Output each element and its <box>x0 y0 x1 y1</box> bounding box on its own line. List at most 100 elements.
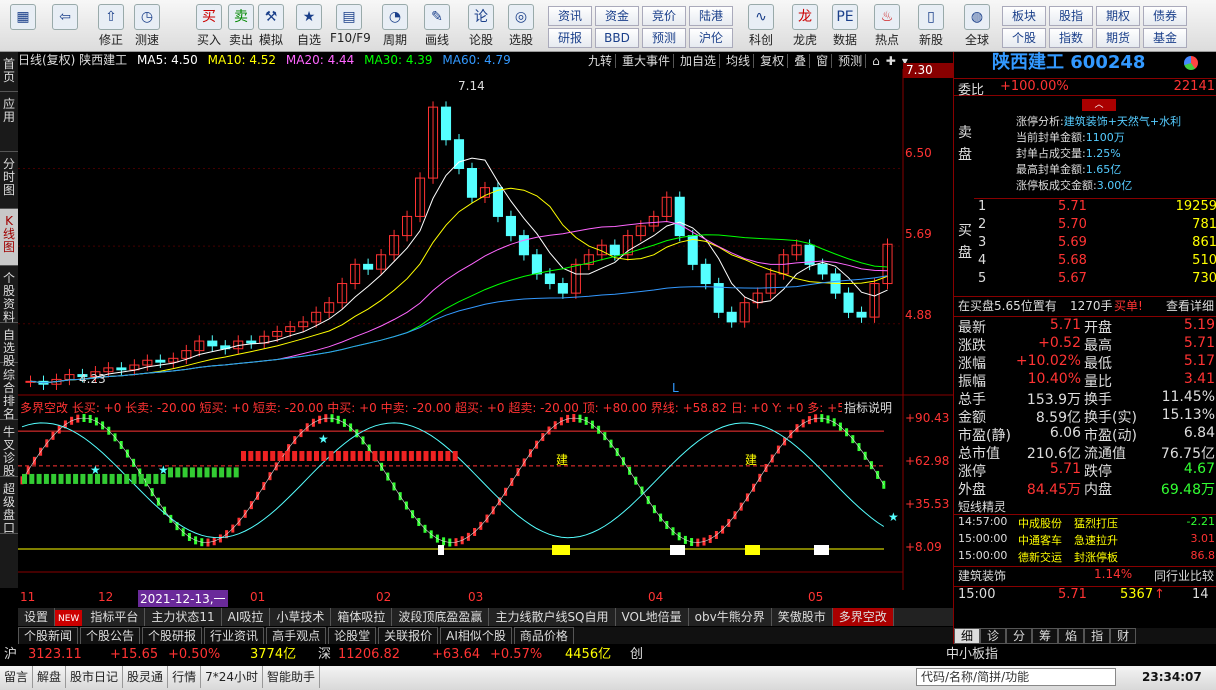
lock-icon[interactable]: ⌂ <box>872 54 880 68</box>
toolbar-button-18[interactable]: ◍ 全球 <box>958 2 996 50</box>
group2-button-7[interactable]: 基金 <box>1143 28 1187 48</box>
indicator-tab-8[interactable]: 主力线散户线SQ自用 <box>489 608 616 626</box>
bottom-item-5[interactable]: 7*24小时 <box>201 666 263 688</box>
panel-tab-5[interactable]: 指 <box>1084 628 1111 644</box>
toolbar-button-16[interactable]: ♨ 热点 <box>868 2 906 50</box>
group1-button-5[interactable]: BBD <box>595 28 639 48</box>
sector-compare-link[interactable]: 同行业比较 <box>1154 567 1214 584</box>
group2-button-4[interactable]: 个股 <box>1002 28 1046 48</box>
toolbar-button-7[interactable]: ★ 自选 <box>290 2 328 50</box>
indicator-help-button[interactable]: 指标说明 <box>844 399 892 416</box>
bottom-item-1[interactable]: 解盘 <box>33 666 67 688</box>
group1-button-7[interactable]: 沪伦 <box>689 28 733 48</box>
bid-row[interactable]: 3 5.69 861 <box>974 235 1216 253</box>
indicator-tab-2[interactable]: 指标平台 <box>84 608 146 626</box>
bottom-item-4[interactable]: 行情 <box>168 666 202 688</box>
group1-button-1[interactable]: 资金 <box>595 6 639 26</box>
search-box[interactable]: 代码/名称/简拼/功能 <box>916 668 1116 686</box>
kline-chart[interactable]: ★ ★ ★ ★ <box>18 69 953 590</box>
sz-index[interactable]: 11206.82 <box>338 644 400 666</box>
news-tab-8[interactable]: 商品价格 <box>513 627 574 644</box>
indicator-tab-6[interactable]: 箱体吸拉 <box>331 608 393 626</box>
group2-button-0[interactable]: 板块 <box>1002 6 1046 26</box>
toolbar-button-3[interactable]: ◷ 测速 <box>128 2 166 50</box>
panel-tab-0[interactable]: 细 <box>954 628 981 644</box>
left-tab-6[interactable]: 综合排名 <box>0 363 18 421</box>
bottom-item-3[interactable]: 股灵通 <box>123 666 169 688</box>
chart-tool-5[interactable]: 叠 <box>794 54 811 68</box>
indicator-tab-10[interactable]: obv牛熊分界 <box>689 608 772 626</box>
toolbar-button-9[interactable]: ◔ 周期 <box>376 2 414 50</box>
group1-button-3[interactable]: 陆港 <box>689 6 733 26</box>
toolbar-button-12[interactable]: ◎ 选股 <box>502 2 540 50</box>
group1-button-0[interactable]: 资讯 <box>548 6 592 26</box>
news-tab-6[interactable]: 关联报价 <box>378 627 439 644</box>
news-tab-4[interactable]: 高手观点 <box>266 627 327 644</box>
jingling-row[interactable]: 14:57:00 中成股份 猛烈打压 -2.21 <box>954 515 1216 532</box>
group1-button-6[interactable]: 预测 <box>642 28 686 48</box>
expand-up-icon[interactable]: ︿ <box>1082 99 1116 111</box>
bottom-item-2[interactable]: 股市日记 <box>66 666 124 688</box>
left-tab-5[interactable]: 自选股 <box>0 323 18 368</box>
indicator-tab-4[interactable]: AI吸拉 <box>222 608 271 626</box>
toolbar-button-17[interactable]: ▯ 新股 <box>912 2 950 50</box>
chart-tool-3[interactable]: 均线 <box>726 54 755 68</box>
bottom-item-0[interactable]: 留言 <box>0 666 34 688</box>
bottom-item-6[interactable]: 智能助手 <box>263 666 320 688</box>
indicator-tab-9[interactable]: VOL地倍量 <box>616 608 689 626</box>
indicator-tab-3[interactable]: 主力状态11 <box>145 608 222 626</box>
pin-icon[interactable]: ✚ <box>886 54 896 68</box>
group2-button-6[interactable]: 期货 <box>1096 28 1140 48</box>
chart-tool-6[interactable]: 窗 <box>816 54 833 68</box>
left-tab-2[interactable]: 分时图 <box>0 152 18 209</box>
group2-button-1[interactable]: 股指 <box>1049 6 1093 26</box>
bid-row[interactable]: 4 5.68 510 <box>974 253 1216 271</box>
indicator-tab-1[interactable]: NEW <box>55 610 83 626</box>
group2-button-5[interactable]: 指数 <box>1049 28 1093 48</box>
bid-row[interactable]: 5 5.67 730 <box>974 271 1216 289</box>
sh-index[interactable]: 3123.11 <box>28 644 82 666</box>
panel-tab-1[interactable]: 诊 <box>980 628 1007 644</box>
chart-tool-2[interactable]: 加自选 <box>680 54 721 68</box>
toolbar-button-6[interactable]: ⚒ 模拟 <box>252 2 290 50</box>
toolbar-button-0[interactable]: ▦ <box>4 2 42 50</box>
chart-tool-4[interactable]: 复权 <box>760 54 789 68</box>
group2-button-2[interactable]: 期权 <box>1096 6 1140 26</box>
toolbar-button-10[interactable]: ✎ 画线 <box>418 2 456 50</box>
news-tab-1[interactable]: 个股公告 <box>80 627 141 644</box>
toolbar-button-2[interactable]: ⇧ 修正 <box>92 2 130 50</box>
left-tab-4[interactable]: 个股资料 <box>0 266 18 324</box>
news-tab-0[interactable]: 个股新闻 <box>18 627 79 644</box>
toolbar-button-14[interactable]: 龙龙虎 <box>786 2 824 50</box>
indicator-tab-12[interactable]: 多界空改 <box>832 608 894 626</box>
left-tab-8[interactable]: 超级盘口 <box>0 477 18 535</box>
left-tab-7[interactable]: 牛叉诊股 <box>0 420 18 478</box>
chart-tool-0[interactable]: 九转 <box>588 54 617 68</box>
left-tab-0[interactable]: 首页 <box>0 52 18 92</box>
toolbar-button-8[interactable]: ▤ F10/F9 <box>330 2 371 50</box>
board-label[interactable]: 中小板指 <box>946 644 998 666</box>
toolbar-button-11[interactable]: 论论股 <box>462 2 500 50</box>
sector-name[interactable]: 建筑装饰 <box>958 567 1006 584</box>
group1-button-4[interactable]: 研报 <box>548 28 592 48</box>
panel-tab-4[interactable]: 焰 <box>1058 628 1085 644</box>
panel-tab-6[interactable]: 财 <box>1110 628 1137 644</box>
bid-row[interactable]: 2 5.70 781 <box>974 217 1216 235</box>
group1-button-2[interactable]: 竞价 <box>642 6 686 26</box>
toolbar-button-15[interactable]: PE 数据 <box>826 2 864 50</box>
news-tab-7[interactable]: AI相似个股 <box>440 627 512 644</box>
left-tab-3[interactable]: K线图 <box>0 209 18 266</box>
toolbar-button-13[interactable]: ∿ 科创 <box>742 2 780 50</box>
chart-tool-7[interactable]: 预测 <box>838 54 867 68</box>
left-tab-1[interactable]: 应用 <box>0 92 18 152</box>
news-tab-3[interactable]: 行业资讯 <box>204 627 265 644</box>
view-detail-link[interactable]: 查看详细 <box>1166 297 1214 314</box>
group2-button-3[interactable]: 债券 <box>1143 6 1187 26</box>
jingling-row[interactable]: 15:00:00 中通客车 急速拉升 3.01 <box>954 532 1216 549</box>
pie-chart-icon[interactable] <box>1184 56 1198 70</box>
toolbar-button-1[interactable]: ⇦ <box>46 2 84 50</box>
panel-tab-2[interactable]: 分 <box>1006 628 1033 644</box>
chart-tool-1[interactable]: 重大事件 <box>622 54 675 68</box>
indicator-tab-0[interactable]: 设置 <box>18 608 56 626</box>
indicator-tab-11[interactable]: 笑傲股市 <box>772 608 833 626</box>
